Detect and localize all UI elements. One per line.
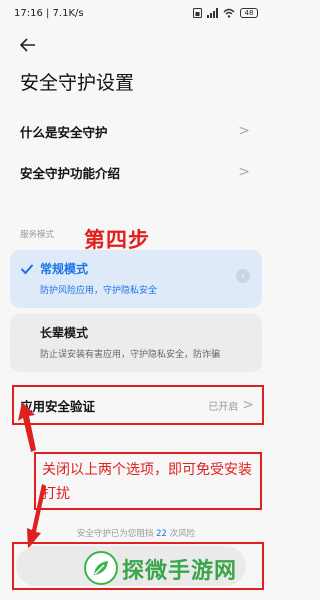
wifi-icon — [223, 8, 235, 18]
risk-prefix: 安全守护已为您阻挡 — [76, 529, 154, 539]
signal-icon — [207, 8, 218, 18]
menu-item-what-is-guard[interactable]: 什么是安全守护 > — [0, 111, 272, 151]
verify-label: 应用安全验证 — [20, 398, 96, 414]
status-bar: 17:16 | 7.1K/s 48 — [0, 0, 272, 26]
risk-suffix: 次风险 — [169, 529, 196, 539]
watermark-logo-icon — [84, 551, 118, 585]
status-icons: 48 — [193, 8, 258, 18]
section-label-service-mode: 服务模式 — [20, 230, 55, 240]
page-title: 安全守护设置 — [20, 72, 135, 94]
mode-desc: 防止误安装有害应用，守护隐私安全，防诈骗 — [40, 350, 221, 360]
status-time-speed: 17:16 | 7.1K/s — [14, 7, 84, 19]
check-icon — [21, 264, 33, 275]
sim-icon — [193, 8, 202, 18]
chevron-right-icon: › — [236, 269, 250, 283]
verify-status-group: 已开启 > — [208, 397, 254, 413]
back-button[interactable] — [18, 35, 38, 55]
mode-title: 常规模式 — [40, 262, 89, 276]
menu-item-feature-intro[interactable]: 安全守护功能介绍 > — [0, 152, 272, 192]
mode-option-elder[interactable]: 长辈模式 防止误安装有害应用，守护隐私安全，防诈骗 — [10, 314, 262, 372]
risk-stats: 安全守护已为您阻挡 22 次风险 — [0, 527, 272, 539]
chevron-right-icon: > — [238, 164, 250, 180]
menu-item-label: 安全守护功能介绍 — [20, 165, 121, 181]
annotation-note-text: 关闭以上两个选项，即可免受安装打扰 — [42, 462, 252, 502]
mode-title: 长辈模式 — [40, 326, 89, 340]
chevron-right-icon: > — [242, 397, 254, 413]
back-arrow-icon — [20, 38, 35, 52]
battery-icon: 48 — [240, 8, 258, 18]
mode-desc: 防护风险应用，守护隐私安全 — [40, 286, 158, 296]
app-security-verify-row[interactable]: 应用安全验证 已开启 > — [12, 385, 264, 425]
watermark-text: 探微手游网 — [122, 559, 238, 584]
menu-item-label: 什么是安全守护 — [20, 124, 108, 140]
chevron-right-icon: > — [238, 123, 250, 139]
mode-option-normal[interactable]: 常规模式 防护风险应用，守护隐私安全 › — [10, 250, 262, 308]
risk-count: 22 — [156, 529, 167, 539]
annotation-note-box: 关闭以上两个选项，即可免受安装打扰 — [34, 452, 262, 510]
verify-status: 已开启 — [208, 401, 239, 413]
